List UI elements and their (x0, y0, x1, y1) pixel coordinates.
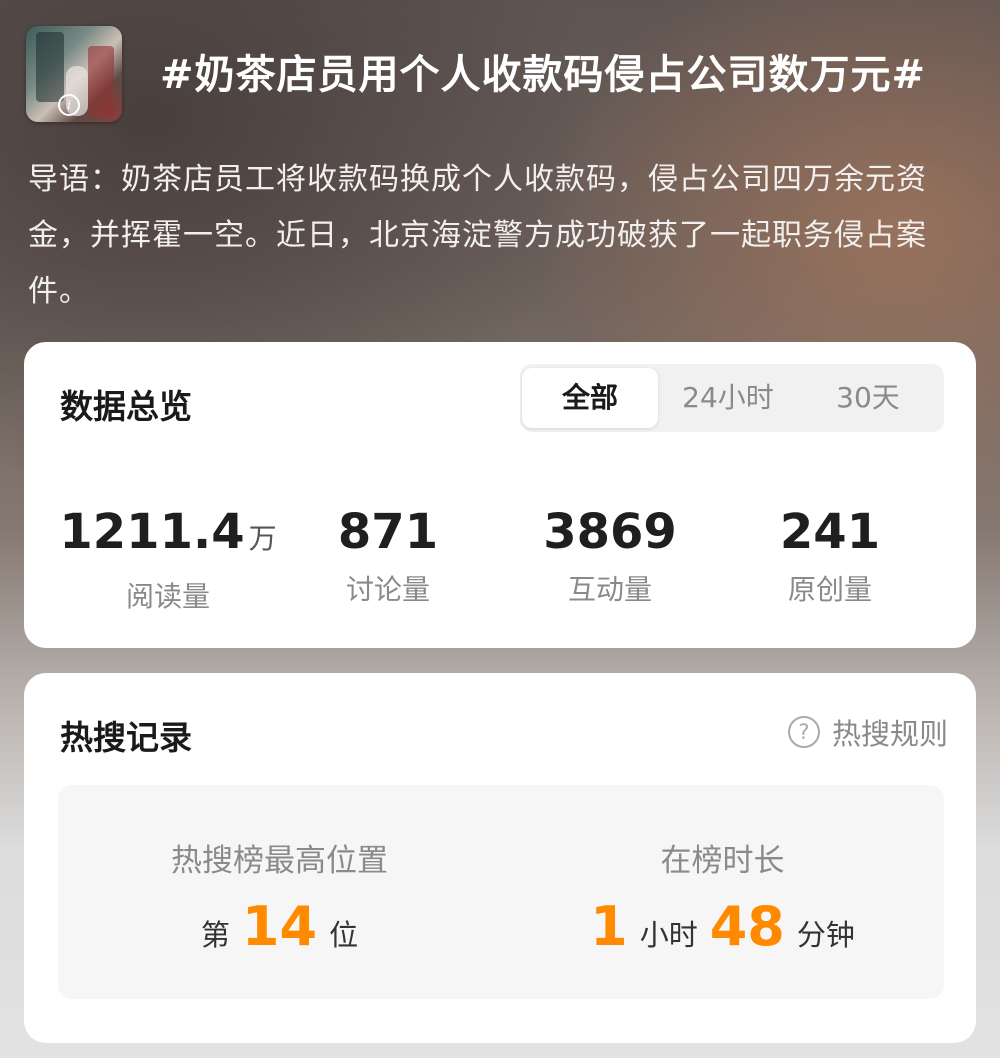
duration-minutes: 48 (709, 895, 785, 958)
hot-search-card: 热搜记录 ? 热搜规则 热搜榜最高位置 第 14 位 在榜时长 1 小时 48 … (24, 673, 976, 1043)
thumbnail-shape (36, 32, 64, 102)
stat-number: 3869 (543, 504, 677, 560)
topic-title: #奶茶店员用个人收款码侵占公司数万元# (160, 52, 927, 98)
stat-interactions: 3869 互动量 (490, 502, 730, 608)
hot-search-title: 热搜记录 (60, 718, 192, 757)
stat-originals: 241 原创量 (710, 502, 950, 608)
stat-label: 讨论量 (345, 573, 430, 606)
time-on-list-value: 1 小时 48 分钟 (501, 895, 944, 958)
peak-position: 热搜榜最高位置 第 14 位 (58, 785, 501, 999)
peak-position-label: 热搜榜最高位置 (171, 843, 388, 879)
stat-label: 阅读量 (125, 580, 210, 613)
stat-label: 原创量 (787, 573, 872, 606)
stat-number: 871 (337, 504, 439, 560)
tab-all[interactable]: 全部 (522, 368, 658, 428)
stat-label: 互动量 (567, 573, 652, 606)
peak-prefix: 第 (200, 918, 230, 952)
peak-position-value: 第 14 位 (58, 895, 501, 958)
question-circle-icon: ? (787, 716, 820, 748)
time-on-list: 在榜时长 1 小时 48 分钟 (501, 785, 944, 999)
stat-reads: 1211.4 万 阅读量 (48, 502, 288, 615)
hot-search-stats: 热搜榜最高位置 第 14 位 在榜时长 1 小时 48 分钟 (58, 785, 944, 999)
thumbnail-shape (88, 46, 114, 116)
topic-header: i #奶茶店员用个人收款码侵占公司数万元# 导语：奶茶店员工将收款码换成个人收款… (0, 0, 1000, 340)
stat-value: 1211.4 万 (48, 502, 288, 569)
stat-value: 871 (268, 502, 508, 562)
topic-thumbnail[interactable]: i (26, 26, 122, 122)
peak-suffix: 位 (329, 918, 359, 952)
info-icon: i (58, 94, 80, 116)
overview-title: 数据总览 (60, 387, 192, 426)
duration-minutes-unit: 分钟 (796, 918, 855, 952)
tab-24h[interactable]: 24小时 (660, 368, 796, 428)
stat-number: 1211.4 (59, 504, 245, 560)
duration-hours: 1 (590, 895, 628, 958)
data-overview-card: 数据总览 全部 24小时 30天 1211.4 万 阅读量 871 讨论量 386… (24, 342, 976, 648)
peak-rank: 14 (241, 895, 318, 958)
time-on-list-label: 在榜时长 (660, 843, 785, 879)
hot-search-rules-label: 热搜规则 (831, 717, 948, 751)
time-range-tabs: 全部 24小时 30天 (520, 364, 944, 432)
topic-lead: 导语：奶茶店员工将收款码换成个人收款码，侵占公司四万余元资金，并挥霍一空。近日，… (28, 162, 927, 309)
stat-discussions: 871 讨论量 (268, 502, 508, 608)
duration-hours-unit: 小时 (639, 918, 698, 952)
tab-30d[interactable]: 30天 (800, 368, 936, 428)
stat-value: 3869 (490, 502, 730, 562)
stat-value: 241 (710, 502, 950, 562)
hot-search-rules-link[interactable]: ? 热搜规则 (787, 711, 948, 753)
stat-number: 241 (779, 504, 881, 560)
